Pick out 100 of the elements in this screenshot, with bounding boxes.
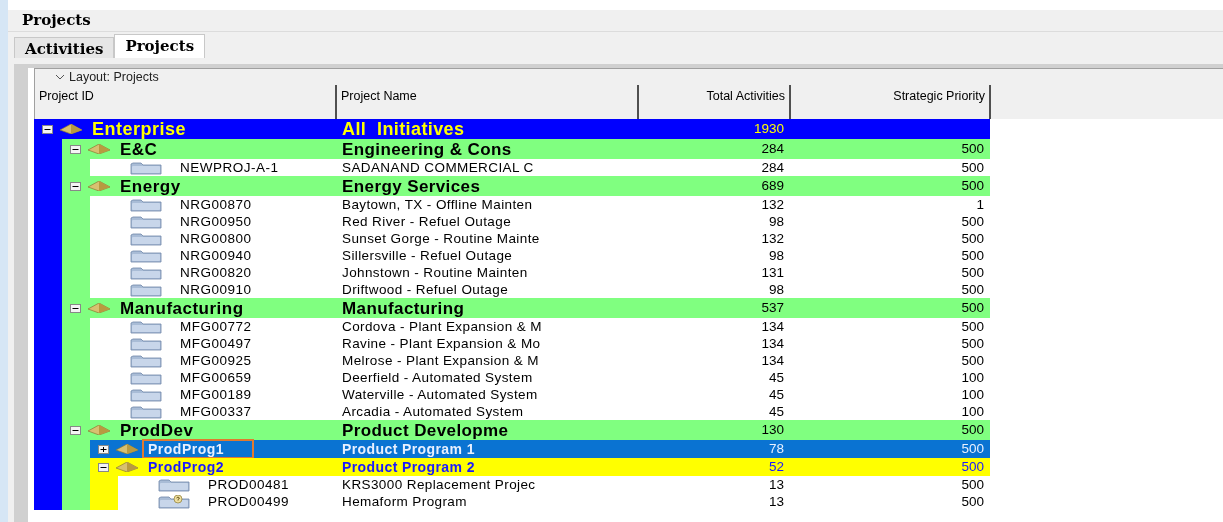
layout-label: Layout: Projects <box>69 68 159 86</box>
project-id: MFG00497 <box>179 335 253 352</box>
project-id: Energy <box>119 176 182 196</box>
folder-icon <box>130 319 162 334</box>
project-name: Product Program 2 <box>341 460 475 474</box>
strategic-priority: 100 <box>961 386 984 402</box>
tab[interactable]: Projects <box>114 34 206 58</box>
pyramid-icon <box>116 444 138 454</box>
total-activities: 689 <box>761 178 784 194</box>
collapse-icon[interactable] <box>69 144 81 154</box>
collapse-icon[interactable] <box>69 425 81 435</box>
total-activities: 134 <box>761 318 784 334</box>
project-id: Manufacturing <box>119 298 245 318</box>
project-name: KRS3000 Replacement Projec <box>341 477 536 492</box>
total-activities: 98 <box>768 247 784 263</box>
project-id: NEWPROJ-A-1 <box>179 159 280 176</box>
folder-icon <box>130 197 162 212</box>
total-activities: 45 <box>768 369 784 385</box>
project-name: SADANAND COMMERCIAL C <box>341 160 534 175</box>
project-id: NRG00910 <box>179 281 253 298</box>
pyramid-icon <box>88 425 110 435</box>
total-activities: 13 <box>768 476 784 492</box>
strategic-priority: 100 <box>961 403 984 419</box>
project-id: PROD00481 <box>207 476 291 493</box>
project-name: Engineering & Cons <box>341 140 512 158</box>
eps-row[interactable]: E&C Engineering & Cons 284 500 <box>62 139 990 159</box>
project-name: All Initiatives <box>341 120 465 138</box>
strategic-priority: 500 <box>961 141 984 157</box>
total-activities: 284 <box>761 141 784 157</box>
project-name: Waterville - Automated System <box>341 387 538 402</box>
strategic-priority: 500 <box>961 352 984 368</box>
total-activities: 1930 <box>753 121 784 137</box>
total-activities: 134 <box>761 335 784 351</box>
chevron-down-icon[interactable] <box>55 74 65 80</box>
project-name: Sillersville - Refuel Outage <box>341 248 513 263</box>
project-name: Cordova - Plant Expansion & M <box>341 319 542 334</box>
total-activities: 45 <box>768 386 784 402</box>
folder-icon <box>130 282 162 297</box>
folder-icon <box>130 231 162 246</box>
eps-row[interactable]: ProdProg2 Product Program 2 52 500 <box>90 458 990 476</box>
eps-row[interactable]: ProdProg1 Product Program 1 78 500 <box>90 440 990 458</box>
strategic-priority: 500 <box>961 422 984 438</box>
total-activities: 52 <box>768 459 784 475</box>
total-activities: 132 <box>761 230 784 246</box>
strategic-priority: 500 <box>961 264 984 280</box>
total-activities: 134 <box>761 352 784 368</box>
project-id: MFG00337 <box>179 403 253 420</box>
tab[interactable]: Activities <box>14 37 115 58</box>
expand-icon[interactable] <box>97 444 109 454</box>
eps-row[interactable]: Energy Energy Services 689 500 <box>62 176 990 196</box>
folder-icon <box>130 160 162 175</box>
pyramid-icon <box>88 303 110 313</box>
window-title: Projects <box>22 10 91 32</box>
project-name: Hemaform Program <box>341 494 467 509</box>
pyramid-icon <box>60 124 82 134</box>
project-id: PROD00499 <box>207 493 291 510</box>
strategic-priority: 1 <box>976 196 984 212</box>
total-activities: 98 <box>768 281 784 297</box>
total-activities: 132 <box>761 196 784 212</box>
strategic-priority: 500 <box>961 318 984 334</box>
project-name: Arcadia - Automated System <box>341 404 524 419</box>
collapse-icon[interactable] <box>69 181 81 191</box>
folder-icon <box>158 477 190 492</box>
project-name: Johnstown - Routine Mainten <box>341 265 528 280</box>
total-activities: 78 <box>768 441 784 457</box>
total-activities: 131 <box>761 264 784 280</box>
strategic-priority: 100 <box>961 369 984 385</box>
folder-icon <box>130 248 162 263</box>
project-id: NRG00820 <box>179 264 253 281</box>
project-id: MFG00925 <box>179 352 253 369</box>
strategic-priority: 500 <box>961 335 984 351</box>
folder-icon <box>130 353 162 368</box>
folder-icon <box>130 265 162 280</box>
project-id: MFG00189 <box>179 386 253 403</box>
strategic-priority: 500 <box>961 493 984 509</box>
project-name: Deerfield - Automated System <box>341 370 533 385</box>
project-id: NRG00800 <box>179 230 253 247</box>
eps-row[interactable]: Enterprise All Initiatives 1930 <box>34 119 990 139</box>
collapse-icon[interactable] <box>97 462 109 472</box>
collapse-icon[interactable] <box>41 124 53 134</box>
strategic-priority: 500 <box>961 300 984 316</box>
project-name: Product Developme <box>341 421 509 439</box>
pyramid-icon <box>88 144 110 154</box>
project-name: Product Program 1 <box>341 442 475 456</box>
total-activities: 284 <box>761 159 784 175</box>
project-id: NRG00950 <box>179 213 253 230</box>
project-id: MFG00772 <box>179 318 253 335</box>
total-activities: 45 <box>768 403 784 419</box>
strategic-priority: 500 <box>961 281 984 297</box>
collapse-icon[interactable] <box>69 303 81 313</box>
strategic-priority: 500 <box>961 441 984 457</box>
eps-row[interactable]: Manufacturing Manufacturing 537 500 <box>62 298 990 318</box>
project-id: Enterprise <box>91 119 188 139</box>
eps-row[interactable]: ProdDev Product Developme 130 500 <box>62 420 990 440</box>
pyramid-icon <box>88 181 110 191</box>
project-name: Driftwood - Refuel Outage <box>341 282 509 297</box>
project-id: MFG00659 <box>179 369 253 386</box>
project-id: ProdProg2 <box>147 459 226 475</box>
question-folder-icon <box>158 494 190 509</box>
total-activities: 98 <box>768 213 784 229</box>
